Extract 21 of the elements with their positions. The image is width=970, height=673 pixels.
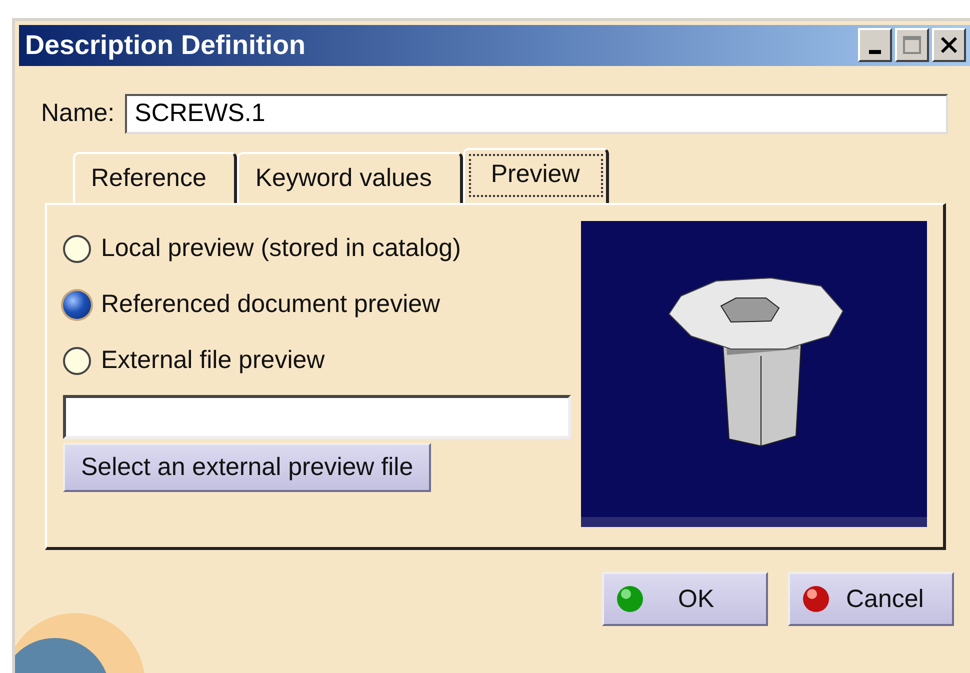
name-label: Name: bbox=[41, 99, 115, 128]
radio-option[interactable]: Local preview (stored in catalog) bbox=[63, 220, 571, 277]
tab[interactable]: Keyword values bbox=[237, 152, 463, 203]
radio-option[interactable]: External file preview bbox=[63, 332, 571, 389]
minimize-icon bbox=[869, 50, 881, 54]
window-title: Description Definition bbox=[25, 30, 306, 61]
maximize-button[interactable] bbox=[895, 28, 929, 62]
dialog-button[interactable]: Cancel bbox=[788, 572, 954, 626]
maximize-icon bbox=[903, 36, 921, 54]
close-button[interactable] bbox=[932, 28, 966, 62]
select-file-button[interactable]: Select an external preview file bbox=[63, 442, 432, 492]
tab[interactable]: Reference bbox=[73, 152, 238, 203]
name-field[interactable]: SCREWS.1 bbox=[124, 94, 948, 134]
tab[interactable]: Preview bbox=[462, 148, 609, 203]
radio-option[interactable]: Referenced document preview bbox=[63, 276, 571, 333]
file-path-field[interactable] bbox=[63, 394, 571, 439]
status-ball-icon bbox=[616, 585, 644, 614]
status-ball-icon bbox=[802, 585, 830, 614]
close-icon bbox=[940, 36, 958, 54]
dialog-button[interactable]: OK bbox=[602, 572, 768, 626]
minimize-button[interactable] bbox=[858, 28, 892, 62]
